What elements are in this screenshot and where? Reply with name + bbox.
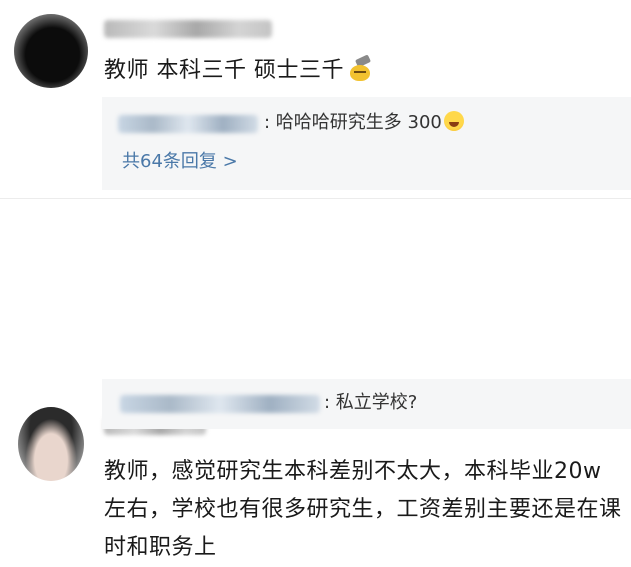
comment-text: 教师 本科三千 硕士三千 bbox=[104, 52, 374, 90]
reply-username-blurred bbox=[120, 395, 320, 413]
reply-preview[interactable]: : 私立学校? bbox=[102, 379, 631, 429]
comment-text: 教师，感觉研究生本科差别不太大，本科毕业20w左右，学校也有很多研究生，工资差别… bbox=[104, 459, 622, 560]
comment-body: 教师 本科三千 硕士三千 bbox=[104, 58, 344, 83]
username-blurred[interactable] bbox=[104, 20, 272, 38]
comment-item: 教师 本科三千 硕士三千 : 哈哈哈研究生多 300 共64条回复 > bbox=[0, 0, 631, 198]
reply-preview[interactable]: : 哈哈哈研究生多 300 共64条回复 > bbox=[102, 97, 631, 190]
laughing-tears-icon bbox=[443, 111, 464, 131]
avatar[interactable] bbox=[18, 407, 84, 481]
reply-text: : 私立学校? bbox=[324, 392, 418, 413]
reply-text: : 哈哈哈研究生多 300 bbox=[264, 110, 464, 136]
hammer-emoji-icon bbox=[348, 54, 374, 81]
reply-body: : 哈哈哈研究生多 300 bbox=[264, 112, 442, 133]
reply-username-blurred bbox=[118, 115, 258, 133]
view-replies-link[interactable]: 共64条回复 > bbox=[122, 149, 238, 175]
comment-item: 教师，感觉研究生本科差别不太大，本科毕业20w左右，学校也有很多研究生，工资差别… bbox=[0, 198, 631, 560]
avatar[interactable] bbox=[14, 14, 88, 88]
